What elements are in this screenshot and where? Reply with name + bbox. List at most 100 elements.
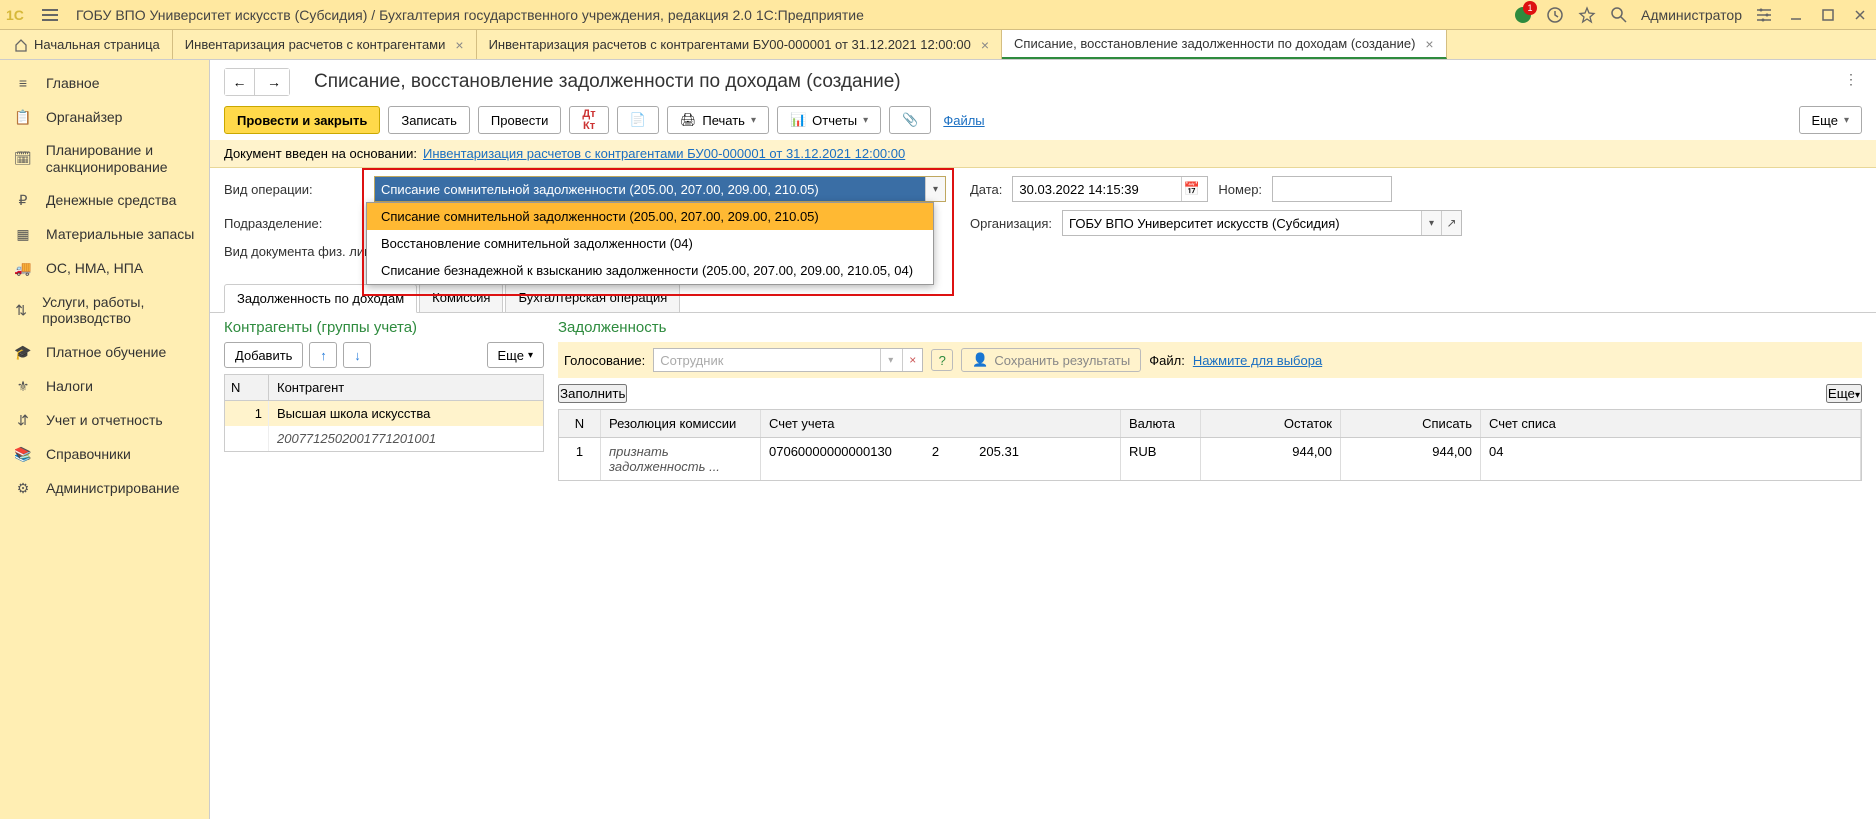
history-icon[interactable]	[1545, 5, 1565, 25]
post-close-button[interactable]: Провести и закрыть	[224, 106, 380, 134]
close-icon[interactable]: ×	[455, 37, 463, 53]
app-title: ГОБУ ВПО Университет искусств (Субсидия)…	[76, 7, 1513, 23]
sidebar-item-education[interactable]: 🎓Платное обучение	[0, 335, 209, 369]
sidebar-item-main[interactable]: ≡Главное	[0, 66, 209, 100]
sidebar-item-organizer[interactable]: 📋Органайзер	[0, 100, 209, 134]
cell-resolution: признать задолженность ...	[601, 438, 761, 480]
nav-forward-button[interactable]: →	[259, 69, 289, 95]
add-button[interactable]: Добавить	[224, 342, 303, 368]
doctab-accounting[interactable]: Бухгалтерская операция	[505, 283, 680, 312]
settings-icon[interactable]	[1754, 5, 1774, 25]
doctab-debt[interactable]: Задолженность по доходам	[224, 284, 417, 313]
vote-employee-combo[interactable]: Сотрудник ▾ ×	[653, 348, 923, 372]
dtkt-button[interactable]: ДтКт	[569, 106, 608, 134]
cell-n: 1	[225, 401, 269, 426]
doc-button[interactable]: 📄	[617, 106, 659, 134]
sidebar-item-admin[interactable]: ⚙Администрирование	[0, 471, 209, 505]
tab-label: Инвентаризация расчетов с контрагентами …	[489, 37, 971, 52]
tab-home[interactable]: Начальная страница	[0, 30, 173, 59]
help-icon[interactable]: ?	[931, 349, 953, 371]
close-icon[interactable]	[1850, 5, 1870, 25]
phys-doc-label: Вид документа физ. лиц:	[224, 244, 375, 259]
sidebar-item-label: Денежные средства	[46, 192, 176, 209]
notifications-badge: 1	[1523, 1, 1537, 15]
open-icon[interactable]: ↗	[1441, 211, 1461, 235]
close-icon[interactable]: ×	[981, 37, 989, 53]
sidebar-item-accounting[interactable]: ⇵Учет и отчетность	[0, 403, 209, 437]
table-row[interactable]: 1 признать задолженность ... 07060000000…	[559, 438, 1861, 480]
sidebar-item-assets[interactable]: 🚚ОС, НМА, НПА	[0, 252, 209, 286]
move-up-button[interactable]: ↑	[309, 342, 337, 368]
print-button[interactable]: 🖨Печать▾	[667, 106, 769, 134]
more-button[interactable]: Еще▾	[1826, 384, 1862, 403]
organization-value: ГОБУ ВПО Университет искусств (Субсидия)	[1063, 216, 1421, 231]
cell-n: 1	[559, 438, 601, 480]
debt-pane: Задолженность Голосование: Сотрудник ▾ ×…	[558, 319, 1862, 481]
clipboard-icon: 📋	[14, 108, 32, 126]
reports-button[interactable]: 📊Отчеты▾	[777, 106, 881, 134]
col-header-n: N	[559, 410, 601, 437]
col-header-writeoff: Списать	[1341, 410, 1481, 437]
search-icon[interactable]	[1609, 5, 1629, 25]
files-link[interactable]: Файлы	[943, 113, 984, 128]
list-icon: ≡	[14, 74, 32, 92]
user-name[interactable]: Администратор	[1641, 7, 1742, 23]
sidebar-item-materials[interactable]: ▦Материальные запасы	[0, 218, 209, 252]
dropdown-option[interactable]: Списание безнадежной к взысканию задолже…	[367, 257, 933, 284]
main-menu-icon[interactable]	[42, 3, 66, 27]
table-row[interactable]: 1 Высшая школа искусства	[225, 401, 543, 426]
table-row[interactable]: 2007712502001771201001	[225, 426, 543, 451]
chevron-down-icon[interactable]: ▾	[880, 349, 900, 371]
save-results-button[interactable]: 👤 Сохранить результаты	[961, 348, 1141, 372]
organization-combo[interactable]: ГОБУ ВПО Университет искусств (Субсидия)…	[1062, 210, 1462, 236]
tab-inventory-1[interactable]: Инвентаризация расчетов с контрагентами …	[173, 30, 477, 59]
col-header-counterparty: Контрагент	[269, 375, 543, 400]
sidebar-item-taxes[interactable]: ⚜Налоги	[0, 369, 209, 403]
operation-type-combo[interactable]: Списание сомнительной задолженности (205…	[374, 176, 946, 202]
truck-icon: 🚚	[14, 260, 32, 278]
sidebar-item-cash[interactable]: ₽Денежные средства	[0, 184, 209, 218]
star-icon[interactable]	[1577, 5, 1597, 25]
page-menu-icon[interactable]: ⋮	[1840, 71, 1862, 93]
tab-label: Инвентаризация расчетов с контрагентами	[185, 37, 446, 52]
doctab-commission[interactable]: Комиссия	[419, 283, 503, 312]
document-tabs: Задолженность по доходам Комиссия Бухгал…	[210, 283, 1876, 313]
calendar-icon[interactable]: 📅	[1181, 177, 1201, 201]
clear-icon[interactable]: ×	[902, 349, 922, 371]
date-label: Дата:	[970, 182, 1002, 197]
file-choose-link[interactable]: Нажмите для выбора	[1193, 353, 1322, 368]
dropdown-option[interactable]: Восстановление сомнительной задолженност…	[367, 230, 933, 257]
toolbar: Провести и закрыть Записать Провести ДтК…	[210, 100, 1876, 140]
more-button[interactable]: Еще▾	[487, 342, 544, 368]
nav-back-button[interactable]: ←	[225, 69, 255, 95]
notifications-icon[interactable]: 1	[1513, 5, 1533, 25]
date-field[interactable]: 30.03.2022 14:15:39 📅	[1012, 176, 1208, 202]
maximize-icon[interactable]	[1818, 5, 1838, 25]
sidebar-item-planning[interactable]: 🗓Планирование и санкционирование	[0, 134, 209, 184]
post-button[interactable]: Провести	[478, 106, 562, 134]
dropdown-option[interactable]: Списание сомнительной задолженности (205…	[367, 203, 933, 230]
cell-balance: 944,00	[1201, 438, 1341, 480]
more-button[interactable]: Еще▾	[1799, 106, 1862, 134]
close-icon[interactable]: ×	[1425, 36, 1433, 52]
minimize-icon[interactable]	[1786, 5, 1806, 25]
tab-writeoff[interactable]: Списание, восстановление задолженности п…	[1002, 30, 1447, 59]
number-field[interactable]	[1272, 176, 1392, 202]
attach-button[interactable]: 📎	[889, 106, 931, 134]
sidebar-item-services[interactable]: ⇅Услуги, работы, производство	[0, 286, 209, 336]
sidebar-item-reference[interactable]: 📚Справочники	[0, 437, 209, 471]
counterparties-pane: Контрагенты (группы учета) Добавить ↑ ↓ …	[224, 319, 544, 481]
chevron-down-icon[interactable]: ▾	[1421, 211, 1441, 235]
cell-writeoff: 944,00	[1341, 438, 1481, 480]
doc-basis-link[interactable]: Инвентаризация расчетов с контрагентами …	[423, 146, 905, 161]
sidebar-item-label: Планирование и санкционирование	[46, 142, 195, 176]
move-down-button[interactable]: ↓	[343, 342, 371, 368]
chevron-down-icon[interactable]: ▾	[925, 177, 945, 201]
vote-toolbar: Голосование: Сотрудник ▾ × ? 👤 Сохранить…	[558, 342, 1862, 378]
debt-title: Задолженность	[558, 319, 1862, 336]
tab-inventory-2[interactable]: Инвентаризация расчетов с контрагентами …	[477, 30, 1002, 59]
write-button[interactable]: Записать	[388, 106, 470, 134]
date-value: 30.03.2022 14:15:39	[1019, 182, 1138, 197]
fill-button[interactable]: Заполнить	[558, 384, 627, 403]
sidebar-item-label: Налоги	[46, 378, 93, 395]
